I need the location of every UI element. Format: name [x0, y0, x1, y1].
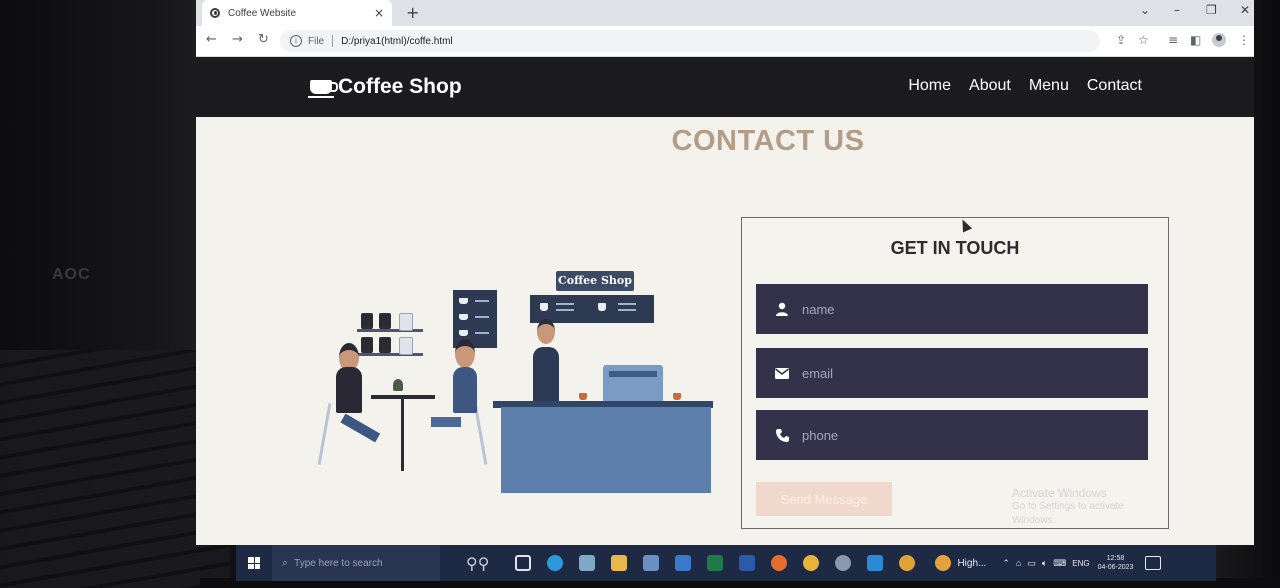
- chrome-profile-icon[interactable]: [831, 545, 855, 581]
- send-message-button[interactable]: Send Message: [756, 482, 892, 516]
- windows-taskbar: ⌕ Type here to search ⚲⚲ High... ⌃ ⌂ ▭ 🔈…: [236, 545, 1216, 581]
- battery-icon[interactable]: ▭: [1027, 558, 1036, 569]
- brand-name: Coffee Shop: [338, 75, 462, 98]
- watermark-line-2: Go to Settings to activate Windows.: [1012, 501, 1124, 526]
- nav-menu[interactable]: Menu: [1029, 77, 1069, 95]
- nav-links: Home About Menu Contact: [908, 77, 1142, 95]
- search-icon: ⌕: [282, 556, 289, 569]
- email-field[interactable]: [756, 348, 1148, 398]
- monitor-brand-logo: AOC: [52, 266, 91, 283]
- taskbar-search-placeholder: Type here to search: [294, 557, 383, 569]
- clock-date: 04-06-2023: [1097, 564, 1134, 571]
- address-bar: ← → ↻ i File D:/priya1(html)/coffe.html …: [196, 26, 1254, 57]
- brand-logo[interactable]: Coffee Shop: [308, 75, 462, 99]
- notification-icon[interactable]: [1145, 556, 1162, 570]
- nav-home[interactable]: Home: [908, 77, 951, 95]
- site-navbar: Coffee Shop Home About Menu Contact: [196, 57, 1254, 117]
- counter: [501, 407, 711, 493]
- info-icon[interactable]: i: [290, 35, 302, 47]
- keyboard-icon[interactable]: ⌨: [1053, 558, 1066, 569]
- task-view-icon[interactable]: [511, 545, 535, 581]
- forward-icon[interactable]: →: [232, 32, 243, 47]
- close-window-icon[interactable]: ✕: [1240, 3, 1250, 17]
- tab-search-icon[interactable]: ⌄: [1140, 3, 1150, 17]
- chrome-icon[interactable]: [799, 545, 823, 581]
- taskbar-search[interactable]: ⌕ Type here to search: [272, 545, 440, 581]
- user-icon: [770, 302, 794, 316]
- plant: [393, 379, 403, 391]
- coffee-cup-icon: [308, 80, 338, 98]
- reading-list-icon[interactable]: ≡: [1168, 33, 1178, 47]
- shop-sign: Coffee Shop: [556, 271, 634, 291]
- menu-icon[interactable]: ⋮: [1238, 33, 1250, 47]
- envelope-icon: [770, 367, 794, 379]
- nav-contact[interactable]: Contact: [1087, 77, 1142, 95]
- tab-bar: Coffee Website × + ⌄ – ❐ ✕: [196, 0, 1254, 26]
- edge-icon[interactable]: [543, 545, 567, 581]
- phone-input[interactable]: [800, 426, 1124, 444]
- restore-icon[interactable]: ❐: [1206, 3, 1217, 17]
- phone-icon: [770, 428, 794, 442]
- url-text[interactable]: D:/priya1(html)/coffe.html: [341, 36, 453, 47]
- shelf: [357, 353, 423, 356]
- excel-icon[interactable]: [703, 545, 727, 581]
- email-input[interactable]: [800, 364, 1124, 382]
- customer-man: [455, 339, 475, 368]
- language-indicator[interactable]: ENG: [1072, 559, 1089, 568]
- section-title: CONTACT US: [671, 125, 865, 157]
- store-icon[interactable]: [639, 545, 663, 581]
- watermark-line-1: Activate Windows: [1012, 486, 1107, 500]
- windows-logo-icon: [248, 557, 260, 569]
- tab-title: Coffee Website: [228, 7, 297, 19]
- firefox-icon[interactable]: [767, 545, 791, 581]
- url-separator: [332, 35, 334, 47]
- minimize-icon[interactable]: –: [1174, 3, 1180, 17]
- new-tab-button[interactable]: +: [406, 3, 419, 22]
- reload-icon[interactable]: ↻: [258, 32, 269, 47]
- photos-app-icon[interactable]: [575, 545, 599, 581]
- contact-form: GET IN TOUCH Send Message: [741, 217, 1169, 529]
- word-icon[interactable]: [735, 545, 759, 581]
- nav-about[interactable]: About: [969, 77, 1011, 95]
- contact-section: CONTACT US Coffee Shop GET IN TOUCH name…: [196, 117, 1254, 545]
- browser-tab[interactable]: Coffee Website ×: [202, 0, 392, 26]
- tab-close-icon[interactable]: ×: [374, 6, 384, 20]
- tray-chevron-icon[interactable]: ⌃: [1002, 558, 1010, 569]
- star-icon[interactable]: ☆: [1138, 33, 1149, 47]
- chair: [317, 403, 332, 465]
- start-button[interactable]: [236, 545, 272, 581]
- shelf: [357, 329, 423, 332]
- weather-sun-icon: [935, 555, 952, 571]
- mail-icon[interactable]: [671, 545, 695, 581]
- espresso-machine: [603, 365, 663, 403]
- chrome-active-icon[interactable]: [895, 545, 919, 581]
- side-menu-board: [453, 290, 497, 348]
- share-icon[interactable]: ⇪: [1116, 33, 1126, 47]
- file-explorer-icon[interactable]: [607, 545, 631, 581]
- system-tray: ⌃ ⌂ ▭ 🔈︎ ⌨ ENG: [1002, 558, 1089, 569]
- barista: [537, 319, 555, 344]
- url-field[interactable]: i File D:/priya1(html)/coffe.html: [280, 30, 1100, 52]
- vscode-icon[interactable]: [863, 545, 887, 581]
- volume-icon[interactable]: 🔈︎: [1042, 558, 1047, 569]
- form-heading: GET IN TOUCH: [890, 238, 1020, 258]
- bicycle-icon: ⚲⚲: [466, 553, 490, 573]
- phone-field[interactable]: [756, 410, 1148, 460]
- network-icon[interactable]: ⌂: [1016, 558, 1021, 568]
- weather-widget[interactable]: High...: [935, 555, 986, 571]
- sidebar-icon[interactable]: ◧: [1190, 33, 1201, 47]
- clock-time: 12:58: [1106, 555, 1125, 562]
- back-icon[interactable]: ←: [206, 32, 217, 47]
- coffee-shop-illustration: Coffee Shop: [301, 267, 721, 507]
- url-scheme: File: [308, 35, 325, 47]
- name-input[interactable]: [800, 300, 1124, 318]
- clock[interactable]: 12:58 04-06-2023: [1098, 554, 1134, 572]
- globe-icon: [210, 8, 220, 18]
- weather-text: High...: [957, 557, 987, 569]
- profile-icon[interactable]: [1212, 33, 1226, 47]
- browser-window: Coffee Website × + ⌄ – ❐ ✕ ← → ↻ i File …: [196, 0, 1254, 545]
- activate-windows-watermark: Activate Windows Go to Settings to activ…: [1012, 486, 1168, 528]
- name-field[interactable]: [756, 284, 1148, 334]
